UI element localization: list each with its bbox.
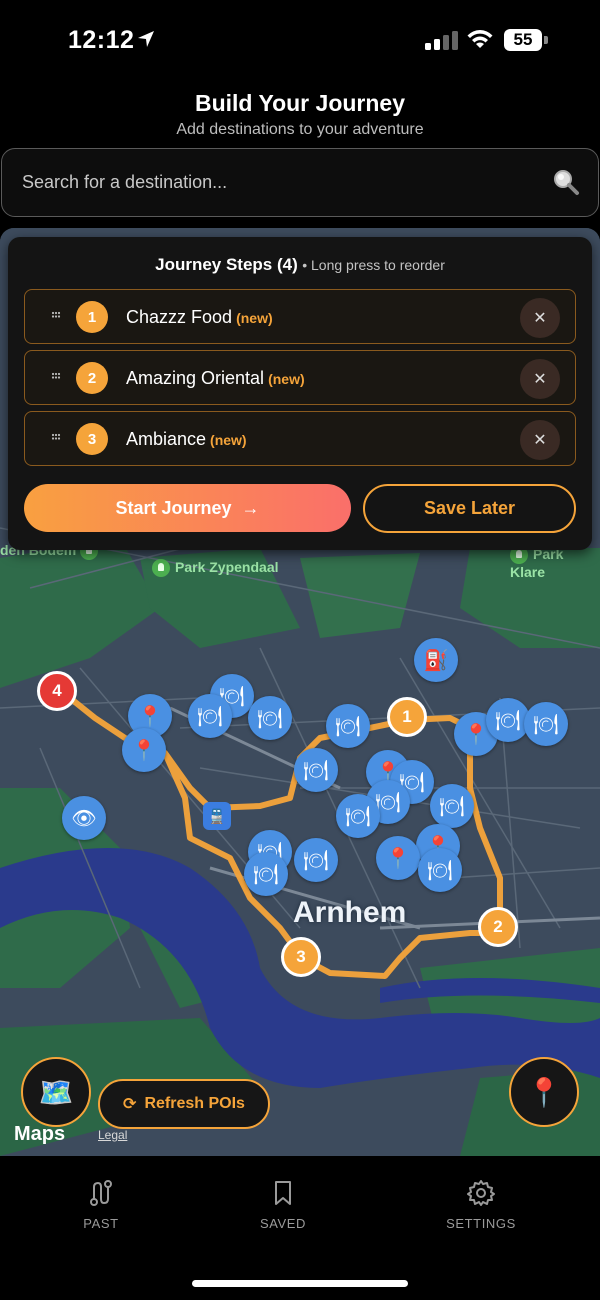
new-tag: (new) bbox=[210, 432, 247, 448]
remove-step-button[interactable]: ✕ bbox=[520, 298, 560, 338]
journey-step-row[interactable]: 3 Ambiance (new) ✕ bbox=[24, 411, 576, 466]
nav-item-past[interactable]: PAST bbox=[41, 1178, 161, 1231]
gear-icon bbox=[467, 1180, 495, 1206]
bookmark-icon bbox=[275, 1181, 291, 1205]
train-station-icon[interactable]: 🚆 bbox=[203, 802, 231, 830]
restaurant-poi-icon[interactable]: 🍽 bbox=[248, 696, 292, 740]
city-label: Arnhem bbox=[293, 896, 407, 929]
location-arrow-icon bbox=[138, 31, 154, 47]
route-marker-1[interactable]: 1 bbox=[387, 697, 427, 737]
restaurant-poi-icon[interactable]: 🍽 bbox=[294, 838, 338, 882]
start-journey-button[interactable]: Start Journey → bbox=[24, 484, 351, 532]
status-time: 12:12 bbox=[68, 26, 135, 54]
drag-handle-icon[interactable] bbox=[51, 371, 61, 381]
route-icon bbox=[90, 1180, 112, 1206]
close-icon: ✕ bbox=[533, 371, 547, 388]
fuel-poi-icon[interactable]: ⛽ bbox=[414, 638, 458, 682]
route-marker-3[interactable]: 3 bbox=[281, 937, 321, 977]
route-marker-2[interactable]: 2 bbox=[478, 907, 518, 947]
pin-icon: 📍 bbox=[526, 1076, 562, 1108]
map-style-button[interactable]: 🗺️ bbox=[21, 1057, 91, 1127]
park-label-zypendaal: Park Zypendaal bbox=[152, 559, 279, 578]
page-title: Build Your Journey bbox=[194, 90, 405, 116]
journey-steps-title: Journey Steps (4) bbox=[155, 255, 298, 274]
refresh-pois-button[interactable]: ⟳ Refresh POIs bbox=[98, 1079, 270, 1129]
map-icon: 🗺️ bbox=[38, 1076, 74, 1108]
search-box[interactable] bbox=[1, 148, 599, 217]
pin-poi-icon[interactable]: 📍 bbox=[376, 836, 420, 880]
page-subtitle: Add destinations to your adventure bbox=[176, 121, 424, 138]
new-tag: (new) bbox=[268, 371, 305, 387]
park-icon bbox=[152, 559, 170, 578]
nav-item-settings[interactable]: SETTINGS bbox=[421, 1178, 541, 1231]
restaurant-poi-icon[interactable]: 🍽 bbox=[326, 704, 370, 748]
step-name: Amazing Oriental (new) bbox=[126, 368, 305, 388]
refresh-pois-label: Refresh POIs bbox=[144, 1095, 245, 1112]
remove-step-button[interactable]: ✕ bbox=[520, 359, 560, 399]
close-icon: ✕ bbox=[533, 310, 547, 327]
step-number-badge: 2 bbox=[76, 362, 108, 394]
viewpoint-poi-icon[interactable]: 👁 bbox=[62, 796, 106, 840]
refresh-icon: ⟳ bbox=[123, 1096, 137, 1113]
new-tag: (new) bbox=[236, 310, 273, 326]
nav-label-saved: SAVED bbox=[259, 1216, 307, 1231]
restaurant-poi-icon[interactable]: 🍽 bbox=[294, 748, 338, 792]
battery-icon: 55 bbox=[504, 29, 548, 51]
journey-steps-panel: Journey Steps (4) • Long press to reorde… bbox=[8, 237, 592, 550]
restaurant-poi-icon[interactable]: 🍽 bbox=[244, 852, 288, 896]
pin-poi-icon[interactable]: 📍 bbox=[122, 728, 166, 772]
restaurant-poi-icon[interactable]: 🍽 bbox=[336, 794, 380, 838]
legal-link[interactable]: Legal bbox=[98, 1128, 127, 1142]
reorder-hint: • Long press to reorder bbox=[302, 257, 445, 273]
search-input[interactable] bbox=[22, 149, 522, 215]
restaurant-poi-icon[interactable]: 🍽 bbox=[524, 702, 568, 746]
park-label-klare: Park Klare bbox=[510, 546, 564, 581]
drag-handle-icon[interactable] bbox=[51, 432, 61, 442]
start-journey-label: Start Journey bbox=[115, 497, 232, 518]
arrow-right-icon: → bbox=[241, 497, 260, 518]
locate-me-button[interactable]: 📍 bbox=[509, 1057, 579, 1127]
panel-header: Journey Steps (4) • Long press to reorde… bbox=[8, 255, 592, 275]
nav-item-saved[interactable]: SAVED bbox=[223, 1178, 343, 1231]
cellular-signal-icon bbox=[425, 31, 458, 50]
nav-label-settings: SETTINGS bbox=[446, 1216, 516, 1231]
restaurant-poi-icon[interactable]: 🍽 bbox=[418, 848, 462, 892]
step-name: Chazzz Food (new) bbox=[126, 307, 273, 327]
route-marker-4[interactable]: 4 bbox=[37, 671, 77, 711]
journey-step-row[interactable]: 2 Amazing Oriental (new) ✕ bbox=[24, 350, 576, 405]
drag-handle-icon[interactable] bbox=[51, 310, 61, 320]
close-icon: ✕ bbox=[533, 432, 547, 449]
journey-step-row[interactable]: 1 Chazzz Food (new) ✕ bbox=[24, 289, 576, 344]
nav-label-past: PAST bbox=[83, 1216, 119, 1231]
step-number-badge: 3 bbox=[76, 423, 108, 455]
apple-maps-logo: Maps bbox=[14, 1123, 66, 1145]
home-indicator[interactable] bbox=[192, 1280, 408, 1287]
status-bar: 12:12 55 bbox=[0, 0, 600, 80]
search-icon[interactable] bbox=[552, 168, 580, 196]
save-later-button[interactable]: Save Later bbox=[363, 484, 576, 533]
wifi-icon bbox=[467, 30, 493, 48]
restaurant-poi-icon[interactable]: 🍽 bbox=[430, 784, 474, 828]
battery-level: 55 bbox=[504, 29, 542, 51]
remove-step-button[interactable]: ✕ bbox=[520, 420, 560, 460]
bottom-nav: PAST SAVED SETTINGS bbox=[0, 1156, 600, 1300]
step-number-badge: 1 bbox=[76, 301, 108, 333]
step-name: Ambiance (new) bbox=[126, 429, 247, 449]
restaurant-poi-icon[interactable]: 🍽 bbox=[188, 694, 232, 738]
